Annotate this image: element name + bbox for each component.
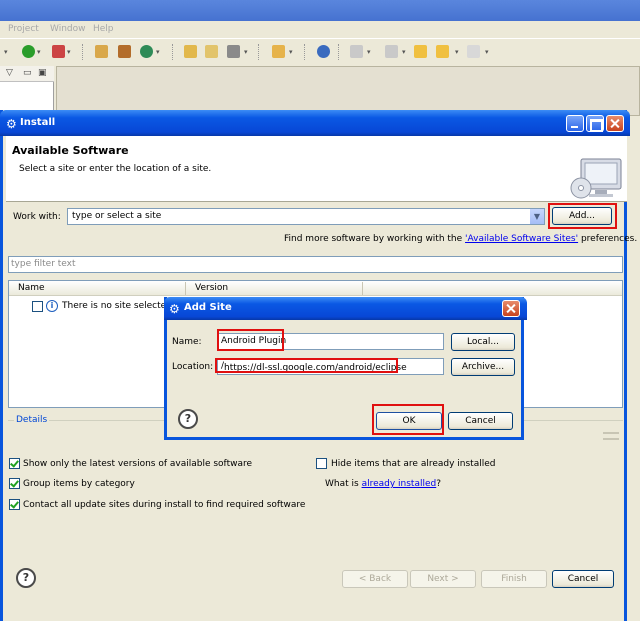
highlight-ok-button: [372, 404, 444, 435]
menu-window[interactable]: Window: [50, 24, 86, 34]
toolbar-separator: [258, 44, 259, 60]
what-is-installed-text: What is already installed?: [325, 479, 442, 489]
install-software-icon: [570, 158, 622, 199]
table-header: Name Version: [9, 281, 622, 296]
eclipse-gear-icon: ⚙: [169, 302, 180, 316]
workbench-titlebar: [0, 0, 640, 21]
help-icon[interactable]: ?: [178, 409, 198, 429]
group-by-category-checkbox[interactable]: [9, 478, 20, 489]
cancel-button[interactable]: Cancel: [552, 570, 614, 588]
close-button[interactable]: [502, 300, 520, 317]
contact-all-sites-label: Contact all update sites during install …: [23, 500, 306, 510]
details-label: Details: [14, 415, 50, 425]
prev-annotation-icon[interactable]: [385, 45, 398, 58]
minimize-icon[interactable]: ▭: [23, 68, 32, 78]
contact-all-sites-checkbox[interactable]: [9, 499, 20, 510]
toolbar-separator: [304, 44, 305, 60]
run-icon[interactable]: [22, 45, 35, 58]
hide-installed-label: Hide items that are already installed: [331, 459, 496, 469]
search-icon[interactable]: [227, 45, 240, 58]
install-titlebar[interactable]: ⚙ Install: [0, 110, 630, 136]
toolbar-separator: [82, 44, 83, 60]
add-site-titlebar[interactable]: ⚙ Add Site: [164, 297, 527, 320]
highlight-name-field: [217, 329, 284, 351]
menu-help[interactable]: Help: [93, 24, 114, 34]
row-checkbox[interactable]: [32, 301, 43, 312]
chevron-down-icon[interactable]: ▼: [529, 209, 544, 224]
filter-placeholder: type filter text: [11, 259, 76, 269]
find-more-text: Find more software by working with the '…: [284, 234, 638, 244]
editor-area: [56, 66, 640, 116]
toolbar-separator: [338, 44, 339, 60]
toolbar-dropdown-icon[interactable]: ▾: [156, 48, 160, 56]
toolbar-dropdown-icon[interactable]: ▾: [4, 48, 8, 56]
column-name[interactable]: Name: [18, 283, 45, 293]
toolbar-separator: [172, 44, 173, 60]
archive-button[interactable]: Archive...: [451, 358, 515, 376]
info-icon: i: [46, 300, 58, 312]
filter-input[interactable]: type filter text: [8, 256, 623, 273]
maximize-icon[interactable]: ▣: [38, 68, 47, 78]
new-project-icon[interactable]: [95, 45, 108, 58]
toolbar-dropdown-icon[interactable]: ▾: [37, 48, 41, 56]
install-title: Install: [20, 117, 56, 128]
install-banner: Available Software Select a site or ente…: [6, 136, 627, 202]
column-divider[interactable]: [362, 282, 363, 295]
already-installed-link[interactable]: already installed: [362, 479, 437, 489]
table-row: There is no site selected.: [62, 301, 175, 311]
new-package-icon[interactable]: [118, 45, 131, 58]
maximize-button[interactable]: [586, 115, 604, 132]
next-button[interactable]: Next >: [410, 570, 476, 588]
page-title: Available Software: [12, 144, 129, 157]
toolbar-dropdown-icon[interactable]: ▾: [455, 48, 459, 56]
open-folder-icon[interactable]: [205, 45, 218, 58]
forward-icon[interactable]: [467, 45, 480, 58]
new-class-icon[interactable]: [140, 45, 153, 58]
local-button[interactable]: Local...: [451, 333, 515, 351]
view-toolbar: ▽ ▭ ▣: [0, 66, 54, 82]
external-tools-icon[interactable]: [52, 45, 65, 58]
latest-versions-checkbox[interactable]: [9, 458, 20, 469]
toolbar-dropdown-icon[interactable]: ▾: [244, 48, 248, 56]
group-by-category-label: Group items by category: [23, 479, 135, 489]
close-button[interactable]: [606, 115, 624, 132]
page-description: Select a site or enter the location of a…: [19, 164, 212, 174]
globe-icon[interactable]: [317, 45, 330, 58]
open-type-icon[interactable]: [184, 45, 197, 58]
highlight-location-field: [215, 358, 398, 373]
add-site-cancel-button[interactable]: Cancel: [448, 412, 513, 430]
finish-button[interactable]: Finish: [481, 570, 547, 588]
eclipse-gear-icon: ⚙: [6, 117, 17, 131]
annotation-icon[interactable]: [272, 45, 285, 58]
column-divider[interactable]: [185, 282, 186, 295]
toolbar-dropdown-icon[interactable]: ▾: [402, 48, 406, 56]
work-with-value: type or select a site: [72, 211, 162, 221]
toolbar-dropdown-icon[interactable]: ▾: [485, 48, 489, 56]
help-icon[interactable]: ?: [16, 568, 36, 588]
name-label: Name:: [172, 337, 202, 347]
back-button[interactable]: < Back: [342, 570, 408, 588]
work-with-label: Work with:: [13, 212, 61, 222]
view-menu-icon[interactable]: ▽: [6, 68, 13, 78]
hide-installed-checkbox[interactable]: [316, 458, 327, 469]
toolbar-dropdown-icon[interactable]: ▾: [67, 48, 71, 56]
menu-project[interactable]: Project: [8, 24, 39, 34]
work-with-combo[interactable]: type or select a site ▼: [67, 208, 545, 225]
toolbar-dropdown-icon[interactable]: ▾: [289, 48, 293, 56]
add-site-title: Add Site: [184, 302, 232, 313]
highlight-add-button: [548, 203, 617, 229]
back-icon[interactable]: [436, 45, 449, 58]
latest-versions-label: Show only the latest versions of availab…: [23, 459, 253, 469]
location-label: Location:: [172, 362, 214, 372]
available-software-sites-link[interactable]: 'Available Software Sites': [465, 234, 578, 244]
minimize-button[interactable]: [566, 115, 584, 132]
last-edit-icon[interactable]: [414, 45, 427, 58]
details-resize-grip[interactable]: [603, 432, 619, 440]
column-version[interactable]: Version: [195, 283, 228, 293]
toolbar-dropdown-icon[interactable]: ▾: [367, 48, 371, 56]
next-annotation-icon[interactable]: [350, 45, 363, 58]
